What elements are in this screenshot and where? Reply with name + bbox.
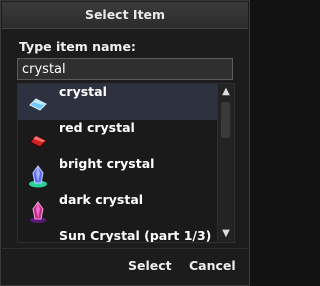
footer-divider: [2, 248, 248, 249]
select-item-dialog: Select Item Type item name: crystal red …: [0, 0, 250, 286]
scroll-up-icon[interactable]: ▲: [218, 84, 234, 100]
list-item-label: Sun Crystal (part 1/3): [59, 228, 212, 243]
item-name-input[interactable]: [17, 58, 233, 80]
list-item-label: bright crystal: [59, 156, 155, 171]
list-item[interactable]: red crystal: [18, 120, 218, 156]
list-item[interactable]: dark crystal: [18, 192, 218, 228]
list-scrollbar[interactable]: ▲ ▼: [217, 84, 234, 242]
dialog-title: Select Item: [2, 2, 248, 29]
item-name-prompt: Type item name:: [19, 39, 136, 54]
bright-crystal-icon: [29, 165, 47, 188]
item-list: crystal red crystal bright crystal dark …: [17, 83, 235, 243]
list-item[interactable]: crystal: [18, 84, 218, 120]
list-item-label: dark crystal: [59, 192, 144, 207]
list-item-label: crystal: [59, 84, 107, 99]
list-item-label: red crystal: [59, 120, 135, 135]
list-item[interactable]: bright crystal: [18, 156, 218, 192]
crystal-icon: [29, 98, 47, 111]
sun-crystal-icon: [26, 236, 50, 243]
select-button[interactable]: Select: [128, 257, 172, 275]
dark-crystal-icon: [30, 201, 46, 223]
list-item[interactable]: Sun Crystal (part 1/3): [18, 228, 218, 243]
scroll-down-icon[interactable]: ▼: [218, 226, 234, 242]
red-crystal-icon: [29, 135, 47, 148]
cancel-button[interactable]: Cancel: [189, 257, 236, 275]
scrollbar-thumb[interactable]: [221, 102, 230, 138]
